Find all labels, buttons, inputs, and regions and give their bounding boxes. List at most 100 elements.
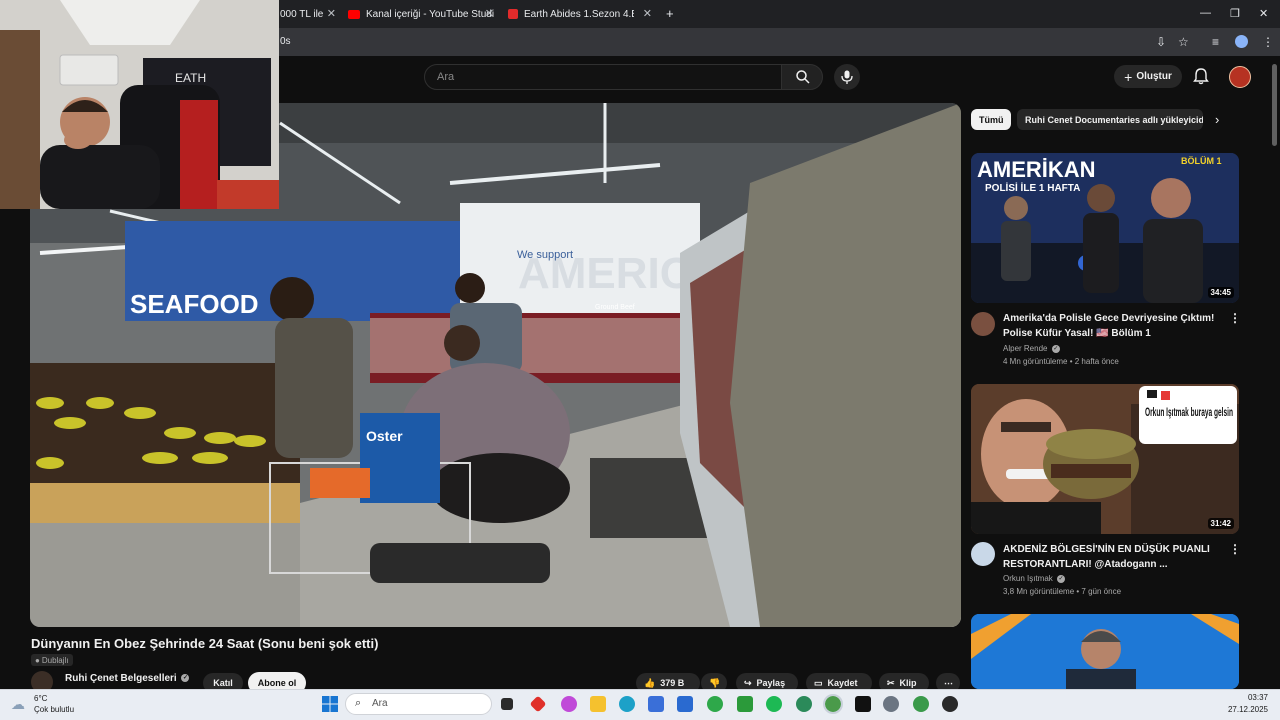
spotify-icon[interactable] xyxy=(766,696,782,712)
scissors-icon: ✂ xyxy=(887,677,895,688)
more-vertical-icon[interactable]: ⋮ xyxy=(1229,542,1241,556)
windows-taskbar xyxy=(0,689,1280,720)
chrome-app-icon[interactable] xyxy=(913,696,929,712)
channel-avatar[interactable] xyxy=(971,542,995,566)
search-input[interactable]: Ara xyxy=(424,64,782,90)
verified-check-icon: ✓ xyxy=(181,674,190,683)
xbox-icon[interactable] xyxy=(737,696,753,712)
view-count: 3,8 Mn görüntüleme xyxy=(1003,587,1075,596)
more-horizontal-icon: ⋯ xyxy=(944,677,953,688)
bookmark-star-icon[interactable]: ☆ xyxy=(1178,35,1189,49)
recommendation-title[interactable]: Amerika'da Polisle Gece Devriyesine Çıkt… xyxy=(1003,311,1221,341)
store-icon[interactable] xyxy=(648,696,664,712)
chevron-right-icon[interactable]: › xyxy=(1215,112,1219,127)
taskbar-search-input[interactable]: Ara xyxy=(345,693,492,715)
thumb-badge-text: BÖLÜM 1 xyxy=(1181,156,1222,166)
settings-gear-icon[interactable] xyxy=(883,696,899,712)
close-icon[interactable]: ✕ xyxy=(327,7,336,20)
recommendation-stats: 3,8 Mn görüntüleme • 7 gün önce xyxy=(1003,587,1122,596)
channel-name[interactable]: Ruhi Çenet Belgeselleri ✓ xyxy=(65,673,190,684)
recommendation-thumbnail[interactable] xyxy=(971,614,1239,689)
recommendation-channel[interactable]: Orkun Işıtmak ✓ xyxy=(1003,574,1066,583)
recommendation-thumbnail[interactable]: AMERİKAN POLİSİ İLE 1 HAFTA BÖLÜM 1 34:4… xyxy=(971,153,1239,303)
browser-tab-1[interactable]: 000 TL ile ✕ xyxy=(280,2,336,26)
seafood-sign: SEAFOOD xyxy=(130,289,259,319)
media-control-icon[interactable]: ≡ xyxy=(1212,35,1219,49)
outlook-icon[interactable] xyxy=(677,696,693,712)
chrome-profile-icon[interactable] xyxy=(796,696,812,712)
microphone-icon xyxy=(841,70,853,84)
video-title: Dünyanın En Obez Şehrinde 24 Saat (Sonu … xyxy=(31,636,379,651)
channel-name-text: Ruhi Çenet Belgeselleri xyxy=(65,673,177,684)
thumbs-down-icon: 👎 xyxy=(709,677,721,688)
chrome-icon[interactable] xyxy=(707,696,723,712)
browser-profile-avatar[interactable] xyxy=(1235,35,1248,48)
file-explorer-icon[interactable] xyxy=(590,696,606,712)
minimize-icon[interactable]: — xyxy=(1200,7,1211,19)
taskbar-clock-date[interactable]: 27.12.2025 xyxy=(1222,705,1268,714)
close-icon[interactable]: ✕ xyxy=(485,7,494,20)
taskbar-search-placeholder: Ara xyxy=(372,698,388,709)
upload-age: 2 hafta önce xyxy=(1074,357,1119,366)
dub-label: Dublajlı xyxy=(41,655,69,665)
recommendation-stats: 4 Mn görüntüleme • 2 hafta önce xyxy=(1003,357,1119,366)
chrome-active-icon[interactable] xyxy=(823,694,843,714)
search-placeholder: Ara xyxy=(437,71,455,83)
obs-icon[interactable] xyxy=(942,696,958,712)
voice-search-button[interactable] xyxy=(834,64,860,90)
dubbed-badge: ● Dublajlı xyxy=(31,654,73,666)
bookmark-icon: ▭ xyxy=(814,677,823,688)
taskbar-clock-time[interactable]: 03:37 xyxy=(1240,693,1268,702)
more-vertical-icon[interactable]: ⋮ xyxy=(1229,311,1241,325)
new-tab-icon[interactable]: + xyxy=(666,6,674,21)
duration-badge: 31:42 xyxy=(1207,518,1234,529)
webcam-banner-text: EATH xyxy=(175,71,206,85)
recommendation-title[interactable]: AKDENİZ BÖLGESİ'NİN EN DÜŞÜK PUANLI REST… xyxy=(1003,542,1221,572)
channel-name-text: Alper Rende xyxy=(1003,344,1048,353)
channel-avatar[interactable] xyxy=(971,312,995,336)
cloud-weather-icon[interactable]: ☁ xyxy=(11,696,25,713)
create-button[interactable]: + Oluştur xyxy=(1114,65,1182,88)
search-button[interactable] xyxy=(781,64,823,90)
edge-browser-icon[interactable] xyxy=(619,696,635,712)
weather-temperature[interactable]: 6°C xyxy=(34,694,47,703)
chip-from-uploader[interactable]: Ruhi Cenet Documentaries adlı yükleyicid… xyxy=(1017,109,1203,130)
thumbnail-art: AMERİKAN POLİSİ İLE 1 HAFTA BÖLÜM 1 xyxy=(971,153,1239,303)
person-icon: ● xyxy=(35,655,40,665)
webcam-scene: EATH xyxy=(0,0,279,209)
install-app-icon[interactable]: ⇩ xyxy=(1156,35,1166,49)
task-view-icon[interactable] xyxy=(501,698,513,710)
we-support-sign: We support xyxy=(517,249,573,261)
restore-icon[interactable]: ❐ xyxy=(1230,7,1240,20)
verified-check-icon: ✓ xyxy=(1051,344,1060,353)
create-label: Oluştur xyxy=(1136,71,1172,82)
channel-name-text: Orkun Işıtmak xyxy=(1003,574,1053,583)
browser-menu-icon[interactable]: ⋮ xyxy=(1262,35,1274,49)
page-scrollbar[interactable] xyxy=(1272,64,1277,146)
thumbnail-art: Orkun Işıtmak buraya gelsin xyxy=(971,384,1239,534)
share-icon: ↪ xyxy=(744,677,752,688)
thumbnail-art xyxy=(971,614,1239,689)
copilot-icon[interactable] xyxy=(561,696,577,712)
weather-description[interactable]: Çok bulutlu xyxy=(34,705,74,714)
browser-tab-youtube-studio[interactable]: Kanal içeriği - YouTube Studio ✕ xyxy=(348,2,494,26)
chip-all[interactable]: Tümü xyxy=(971,109,1011,130)
site-favicon-icon xyxy=(508,9,518,19)
account-avatar[interactable] xyxy=(1229,66,1251,88)
upload-age: 7 gün önce xyxy=(1081,587,1122,596)
thumb-title-text: AMERİKAN xyxy=(977,157,1096,182)
ground-beef-sign: Ground Beef xyxy=(595,304,635,311)
windows-start-icon[interactable] xyxy=(322,696,338,712)
capcut-icon[interactable] xyxy=(855,696,871,712)
recommendation-channel[interactable]: Alper Rende ✓ xyxy=(1003,344,1060,353)
browser-tab-earth-abides[interactable]: Earth Abides 1.Sezon 4.Bölüm T ✕ xyxy=(508,2,652,26)
recommendation-thumbnail[interactable]: Orkun Işıtmak buraya gelsin 31:42 xyxy=(971,384,1239,534)
verified-check-icon: ✓ xyxy=(1057,574,1066,583)
url-text[interactable]: 0s xyxy=(280,36,291,47)
product-brand-label: Oster xyxy=(366,428,403,444)
webcam-overlay: EATH xyxy=(0,0,279,209)
thumbs-up-icon: 👍 xyxy=(644,677,656,688)
close-icon[interactable]: ✕ xyxy=(643,7,652,20)
notifications-bell-icon[interactable] xyxy=(1192,67,1210,85)
close-window-icon[interactable]: ✕ xyxy=(1259,7,1268,20)
